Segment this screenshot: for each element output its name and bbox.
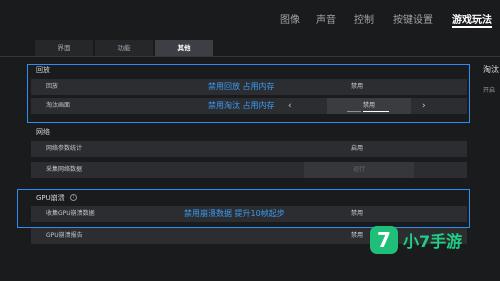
sub-tabs: 界面 功能 其他 [0,40,500,56]
selector-indicator [347,111,361,112]
nav-active-underline [452,26,492,28]
nav-tab-sound[interactable]: 声音 [316,11,336,26]
logo-mark-icon: 7 [370,226,398,254]
section-title-replay: 回放 [36,66,50,74]
selector-indicator-active [363,111,389,112]
subtab-divider [0,56,500,57]
top-nav: 图像 声音 控制 按键设置 游戏玩法 [0,0,500,30]
setting-row-network-stats[interactable]: 网络参数统计 启用 [31,141,467,157]
info-icon[interactable]: i [70,194,77,201]
description-title: 淘汰 [483,65,499,74]
section-title-network: 网络 [36,128,50,136]
setting-label: 收集GPU崩溃数据 [46,210,95,217]
setting-row-replay[interactable]: 回放 禁用回放 占用内存 禁用 [31,79,467,95]
annotation-note: 禁用崩溃数据 提升10帧起步 [184,209,285,218]
nav-tab-gameplay[interactable]: 游戏玩法 [452,11,492,26]
setting-label: 网络参数统计 [46,145,83,152]
watermark-logo: 7 小7手游 [370,226,482,258]
subtab-function[interactable]: 功能 [95,40,153,56]
setting-label: 淘汰画面 [46,102,71,109]
chevron-left-icon[interactable]: ‹ [288,98,292,114]
setting-row-collect-network-data[interactable]: 采集网络数据 运行 [31,162,467,178]
setting-value[interactable]: 禁用 [351,79,363,95]
nav-tab-controls[interactable]: 控制 [354,11,374,26]
section-title-gpu-crash: GPU崩溃 [36,194,65,202]
setting-label: GPU崩溃报告 [46,232,83,239]
annotation-note: 禁用回放 占用内存 [208,82,275,91]
subtab-interface[interactable]: 界面 [35,40,93,56]
chevron-right-icon[interactable]: › [422,98,426,114]
setting-label: 回放 [46,83,59,90]
subtab-other[interactable]: 其他 [155,40,213,56]
run-button[interactable]: 运行 [304,162,414,178]
setting-value[interactable]: 禁用 [351,228,363,244]
description-text: 开启 [483,87,496,94]
setting-row-elimination-screen[interactable]: 淘汰画面 禁用淘汰 占用内存 ‹ 禁用 › [31,98,467,114]
button-label: 运行 [352,166,365,173]
setting-value[interactable]: 启用 [351,141,363,157]
option-selector[interactable]: 禁用 [327,98,411,114]
annotation-note: 禁用淘汰 占用内存 [208,101,275,110]
setting-row-collect-gpu-crash[interactable]: 收集GPU崩溃数据 禁用崩溃数据 提升10帧起步 禁用 [31,206,467,222]
nav-tab-keybindings[interactable]: 按键设置 [393,11,433,26]
nav-tab-graphics[interactable]: 图像 [280,11,300,26]
logo-text: 小7手游 [403,232,463,251]
setting-value[interactable]: 禁用 [351,206,363,222]
setting-label: 采集网络数据 [46,166,83,173]
